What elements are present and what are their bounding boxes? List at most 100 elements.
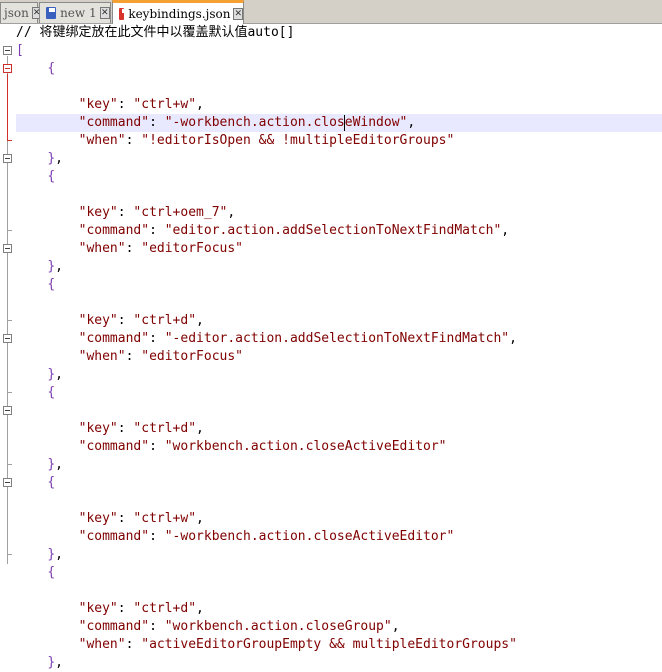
tab-bar: json ✕ new 1 ✕ keybindings.json ✕ bbox=[0, 0, 662, 24]
json-value: "-editor.action.addSelectionToNextFindMa… bbox=[164, 331, 510, 346]
json-value: "ctrl+d" bbox=[133, 313, 197, 328]
fold-toggle-icon[interactable] bbox=[3, 154, 12, 163]
text-cursor bbox=[344, 115, 345, 131]
code-line: "command": "editor.action.addSelectionTo… bbox=[78, 223, 510, 238]
array-open-bracket: [ bbox=[16, 43, 24, 58]
save-disk-icon bbox=[46, 7, 57, 19]
tab-json[interactable]: json ✕ bbox=[0, 2, 42, 23]
code-line: "when": "activeEditorGroupEmpty && multi… bbox=[78, 637, 517, 652]
json-key: "key" bbox=[78, 313, 118, 328]
object-close-brace: } bbox=[47, 655, 56, 670]
json-value: "-workbench.action.closeWindow" bbox=[164, 115, 408, 130]
json-key: "key" bbox=[78, 601, 118, 616]
code-line: "key": "ctrl+oem_7", bbox=[78, 205, 236, 220]
fold-toggle-icon[interactable] bbox=[3, 406, 12, 415]
code-line: }, bbox=[47, 151, 63, 166]
code-line: "key": "ctrl+d", bbox=[78, 421, 204, 436]
code-line: }, bbox=[47, 457, 63, 472]
close-icon[interactable]: ✕ bbox=[99, 7, 110, 19]
json-value: "ctrl+d" bbox=[133, 601, 197, 616]
code-line: "key": "ctrl+d", bbox=[78, 313, 204, 328]
json-key: "command" bbox=[78, 529, 150, 544]
json-value: "-workbench.action.closeActiveEditor" bbox=[164, 529, 455, 544]
fold-gutter bbox=[0, 24, 16, 570]
code-line: { bbox=[16, 60, 662, 78]
code-line: }, bbox=[47, 259, 63, 274]
close-icon[interactable]: ✕ bbox=[233, 7, 243, 20]
json-value: "ctrl+d" bbox=[133, 421, 197, 436]
json-value: "workbench.action.closeGroup" bbox=[164, 619, 392, 634]
object-open-brace: { bbox=[47, 277, 56, 292]
code-line: { bbox=[16, 384, 662, 402]
json-key: "command" bbox=[78, 331, 150, 346]
fold-toggle-icon[interactable] bbox=[3, 46, 12, 55]
code-line: "when": "!editorIsOpen && !multipleEdito… bbox=[78, 133, 455, 148]
json-value: "workbench.action.closeActiveEditor" bbox=[164, 439, 447, 454]
object-close-brace: } bbox=[47, 259, 56, 274]
json-value: "ctrl+oem_7" bbox=[133, 205, 228, 220]
json-value: "editorFocus" bbox=[141, 349, 243, 364]
fold-toggle-icon[interactable] bbox=[3, 64, 12, 73]
json-key: "key" bbox=[78, 205, 118, 220]
object-open-brace: { bbox=[47, 169, 56, 184]
fold-toggle-icon[interactable] bbox=[3, 244, 12, 253]
tab-keybindings-json[interactable]: keybindings.json ✕ bbox=[112, 0, 244, 24]
object-close-brace: } bbox=[47, 457, 56, 472]
code-line: }, bbox=[47, 367, 63, 382]
object-close-brace: } bbox=[47, 547, 56, 562]
object-close-brace: } bbox=[47, 367, 56, 382]
tab-new-1[interactable]: new 1 ✕ bbox=[39, 2, 111, 23]
code-line: "key": "ctrl+w", bbox=[78, 511, 204, 526]
json-key: "when" bbox=[78, 637, 126, 652]
code-line: // 将键绑定放在此文件中以覆盖默认值auto[] bbox=[16, 24, 662, 42]
json-key: "when" bbox=[78, 241, 126, 256]
json-value: "!editorIsOpen && !multipleEditorGroups" bbox=[141, 133, 455, 148]
json-value: "ctrl+w" bbox=[133, 511, 197, 526]
json-value: "editorFocus" bbox=[141, 241, 243, 256]
code-line: }, bbox=[47, 655, 63, 670]
tab-label: new 1 bbox=[60, 6, 97, 20]
code-line: }, bbox=[47, 547, 63, 562]
tab-label: keybindings.json bbox=[128, 6, 231, 21]
json-key: "command" bbox=[78, 619, 150, 634]
object-open-brace: { bbox=[47, 565, 56, 580]
json-value: "editor.action.addSelectionToNextFindMat… bbox=[164, 223, 502, 238]
code-line: "when": "editorFocus" bbox=[78, 349, 243, 364]
code-line: { bbox=[16, 168, 662, 186]
object-open-brace: { bbox=[47, 61, 56, 76]
json-key: "when" bbox=[78, 349, 126, 364]
json-key: "key" bbox=[78, 421, 118, 436]
code-line: "key": "ctrl+w", bbox=[78, 97, 204, 112]
code-line: "command": "workbench.action.closeActive… bbox=[78, 439, 447, 454]
code-line: "command": "-editor.action.addSelectionT… bbox=[78, 331, 517, 346]
fold-toggle-icon[interactable] bbox=[3, 334, 12, 343]
code-line: { bbox=[16, 276, 662, 294]
code-line: "command": "workbench.action.closeGroup"… bbox=[78, 619, 400, 634]
code-line: [ bbox=[16, 42, 662, 60]
json-key: "key" bbox=[78, 97, 118, 112]
json-key: "key" bbox=[78, 511, 118, 526]
object-open-brace: { bbox=[47, 475, 56, 490]
code-line: "command": "-workbench.action.closeActiv… bbox=[78, 529, 455, 544]
json-key: "command" bbox=[78, 439, 150, 454]
json-key: "command" bbox=[78, 223, 150, 238]
json-value: "activeEditorGroupEmpty && multipleEdito… bbox=[141, 637, 517, 652]
code-lines: // 将键绑定放在此文件中以覆盖默认值auto[] [ { "key": "ct… bbox=[16, 24, 662, 672]
code-line: "when": "editorFocus" bbox=[78, 241, 243, 256]
code-line: { bbox=[16, 564, 662, 582]
code-line: { bbox=[16, 474, 662, 492]
fold-toggle-icon[interactable] bbox=[3, 478, 12, 487]
code-line: "key": "ctrl+d", bbox=[78, 601, 204, 616]
json-key: "when" bbox=[78, 133, 126, 148]
code-editor[interactable]: // 将键绑定放在此文件中以覆盖默认值auto[] [ { "key": "ct… bbox=[0, 24, 662, 670]
json-value: "ctrl+w" bbox=[133, 97, 197, 112]
code-line-current: "command": "-workbench.action.closeWindo… bbox=[16, 114, 662, 132]
unsaved-disk-icon bbox=[119, 7, 129, 20]
object-open-brace: { bbox=[47, 385, 56, 400]
comment-text: // 将键绑定放在此文件中以覆盖默认值auto[] bbox=[16, 25, 295, 40]
